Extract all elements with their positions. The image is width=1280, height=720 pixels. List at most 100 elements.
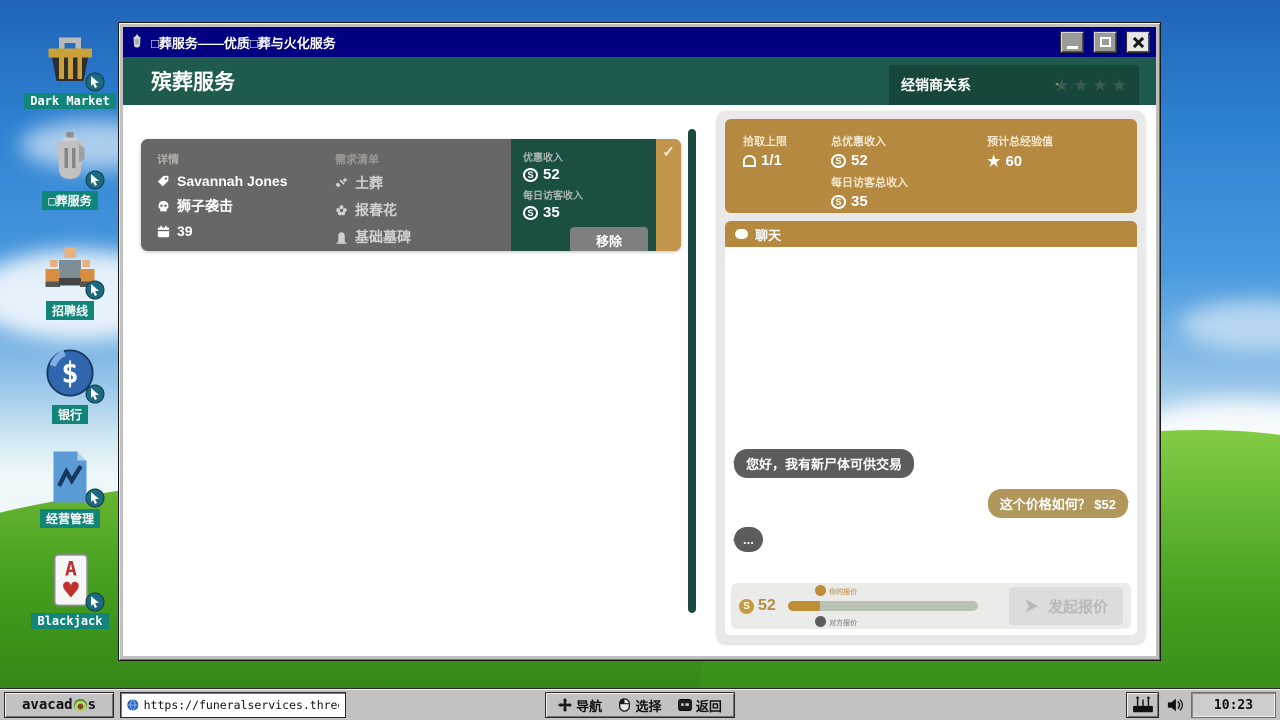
- speaker-icon: [1166, 697, 1184, 713]
- page-header: 殡葬服务 经销商关系 ★ ★ ★ ★ ★: [123, 57, 1156, 105]
- router-icon: [1132, 696, 1154, 714]
- start-button[interactable]: avacad s: [4, 692, 114, 718]
- star-partial-fill: ★: [1054, 77, 1058, 94]
- your-offer-handle[interactable]: [815, 585, 826, 596]
- input-hints-group: 导航 选择 返回: [545, 692, 735, 718]
- chat-messages: 您好，我有新尸体可供交易 这个价格如何？ $52 ...: [725, 247, 1137, 583]
- desktop-icon-blackjack[interactable]: A ♥ Blackjack: [20, 552, 120, 629]
- window-titlebar[interactable]: □葬服务——优质□葬与火化服务: [123, 27, 1156, 57]
- chat-message-outgoing: 这个价格如何？ $52: [988, 489, 1128, 518]
- globe-icon: [127, 698, 139, 712]
- tombstone-icon: [743, 155, 756, 167]
- demand-item: 报春花: [355, 200, 397, 220]
- taskbar-clock: 10:23: [1191, 692, 1276, 718]
- desktop-icon-label: 招聘线: [46, 301, 94, 320]
- cursor-badge-icon: [85, 488, 105, 508]
- cause-of-death: 狮子袭击: [177, 196, 233, 216]
- shovel-icon: [335, 177, 348, 190]
- list-scrollbar[interactable]: [688, 129, 696, 613]
- minimize-button[interactable]: [1060, 31, 1084, 53]
- minimize-icon: [1067, 46, 1078, 49]
- offer-bar: S 52 你的报价 对方报价: [731, 583, 1131, 629]
- chat-title: 聊天: [755, 225, 781, 244]
- window-title: □葬服务——优质□葬与火化服务: [151, 33, 1051, 52]
- total-xp-label: 预计总经验值: [987, 133, 1137, 149]
- coin-icon: S: [739, 599, 754, 614]
- dealer-star-rating: ★ ★ ★ ★ ★: [1054, 77, 1127, 94]
- flower-icon: [335, 204, 348, 217]
- cursor-badge-icon: [85, 280, 105, 300]
- daily-income-value: 35: [543, 204, 560, 221]
- send-offer-label: 发起报价: [1048, 596, 1108, 617]
- remove-button[interactable]: 移除: [570, 227, 648, 251]
- desktop-icon-label: Dark Market: [24, 93, 115, 109]
- their-offer-label: 对方报价: [829, 618, 857, 628]
- chat-icon: [735, 229, 748, 239]
- card-income-section: 优惠收入 S 52 每日访客收入 S 35 移除: [511, 139, 656, 251]
- back-hint[interactable]: 返回: [678, 696, 722, 715]
- svg-text:$: $: [61, 356, 78, 390]
- desktop-icon-management[interactable]: 经营管理: [20, 448, 120, 528]
- calendar-icon: [157, 225, 170, 238]
- desktop-icon-label: Blackjack: [31, 613, 108, 629]
- desktop-icon-bank[interactable]: $ 银行: [20, 344, 120, 424]
- customer-age: 39: [177, 223, 193, 239]
- customer-name: Savannah Jones: [177, 173, 288, 189]
- card-selected-strip: ✓: [656, 139, 681, 251]
- close-button[interactable]: [1126, 31, 1150, 53]
- offer-amount: 52: [758, 597, 776, 615]
- discount-income-label: 优惠收入: [523, 149, 648, 164]
- page-title: 殡葬服务: [151, 66, 235, 96]
- desktop-icon-recruitment[interactable]: 招聘线: [20, 240, 120, 320]
- close-icon: [1132, 36, 1144, 48]
- offer-slider[interactable]: 你的报价 对方报价: [788, 601, 978, 611]
- star-icon: ★ ★: [1054, 77, 1069, 94]
- dealer-relationship-panel: 经销商关系 ★ ★ ★ ★ ★: [889, 65, 1139, 105]
- star-icon: ★: [1112, 77, 1127, 94]
- desktop-icon-label: 银行: [52, 405, 88, 424]
- taskbar: avacad s https://funeralservices.threewg…: [0, 688, 1280, 720]
- desktop-icon-funeral-services[interactable]: □葬服务: [20, 130, 120, 210]
- offer-slider-fill: [788, 601, 820, 611]
- chat-typing-indicator: ...: [734, 527, 763, 552]
- dealer-relationship-label: 经销商关系: [901, 75, 1054, 95]
- main-content: 详情 Savannah Jones 狮子袭击: [123, 105, 1156, 656]
- select-hint[interactable]: 选择: [618, 696, 661, 715]
- your-offer-label: 你的报价: [829, 587, 857, 597]
- cursor-badge-icon: [85, 72, 105, 92]
- nav-hint[interactable]: 导航: [558, 696, 602, 715]
- customer-card[interactable]: 详情 Savannah Jones 狮子袭击: [141, 139, 681, 251]
- demand-item: 基础墓碑: [355, 227, 411, 247]
- desktop-icon-dark-market[interactable]: Dark Market: [20, 32, 120, 109]
- select-hint-label: 选择: [635, 696, 661, 715]
- summary-panel: 拾取上限 1/1 总优惠收入 S 52 每日访客总收入: [725, 119, 1137, 213]
- game-window: □葬服务——优质□葬与火化服务 殡葬服务 经销商关系 ★ ★ ★ ★ ★: [118, 22, 1161, 661]
- star-icon: ★: [987, 152, 1000, 170]
- total-discount-value: 52: [851, 152, 868, 169]
- svg-text:A: A: [65, 558, 77, 581]
- send-icon: [1024, 598, 1040, 614]
- check-icon: ✓: [662, 143, 675, 251]
- skull-icon: [157, 200, 170, 213]
- mouse-icon: [618, 698, 631, 712]
- send-offer-button[interactable]: 发起报价: [1009, 587, 1123, 625]
- total-discount-label: 总优惠收入: [831, 133, 987, 149]
- dpad-icon: [558, 698, 572, 712]
- trade-panel: 拾取上限 1/1 总优惠收入 S 52 每日访客总收入: [717, 111, 1145, 643]
- start-label: avacad: [22, 697, 73, 713]
- address-bar[interactable]: https://funeralservices.threewg...: [120, 692, 346, 718]
- star-icon: ★: [1093, 77, 1108, 94]
- network-tray-button[interactable]: [1126, 692, 1159, 718]
- nav-hint-label: 导航: [576, 696, 602, 715]
- their-offer-marker: [815, 616, 826, 627]
- discount-income-value: 52: [543, 166, 560, 183]
- volume-tray-button[interactable]: [1161, 692, 1189, 718]
- total-xp-value: 60: [1005, 153, 1022, 170]
- chat-header: 聊天: [725, 221, 1137, 247]
- coin-icon: S: [523, 168, 538, 182]
- coin-icon: S: [831, 154, 846, 168]
- maximize-button[interactable]: [1093, 31, 1117, 53]
- back-hint-label: 返回: [696, 696, 722, 715]
- daily-income-label: 每日访客收入: [523, 187, 648, 202]
- star-icon: ★: [1073, 77, 1088, 94]
